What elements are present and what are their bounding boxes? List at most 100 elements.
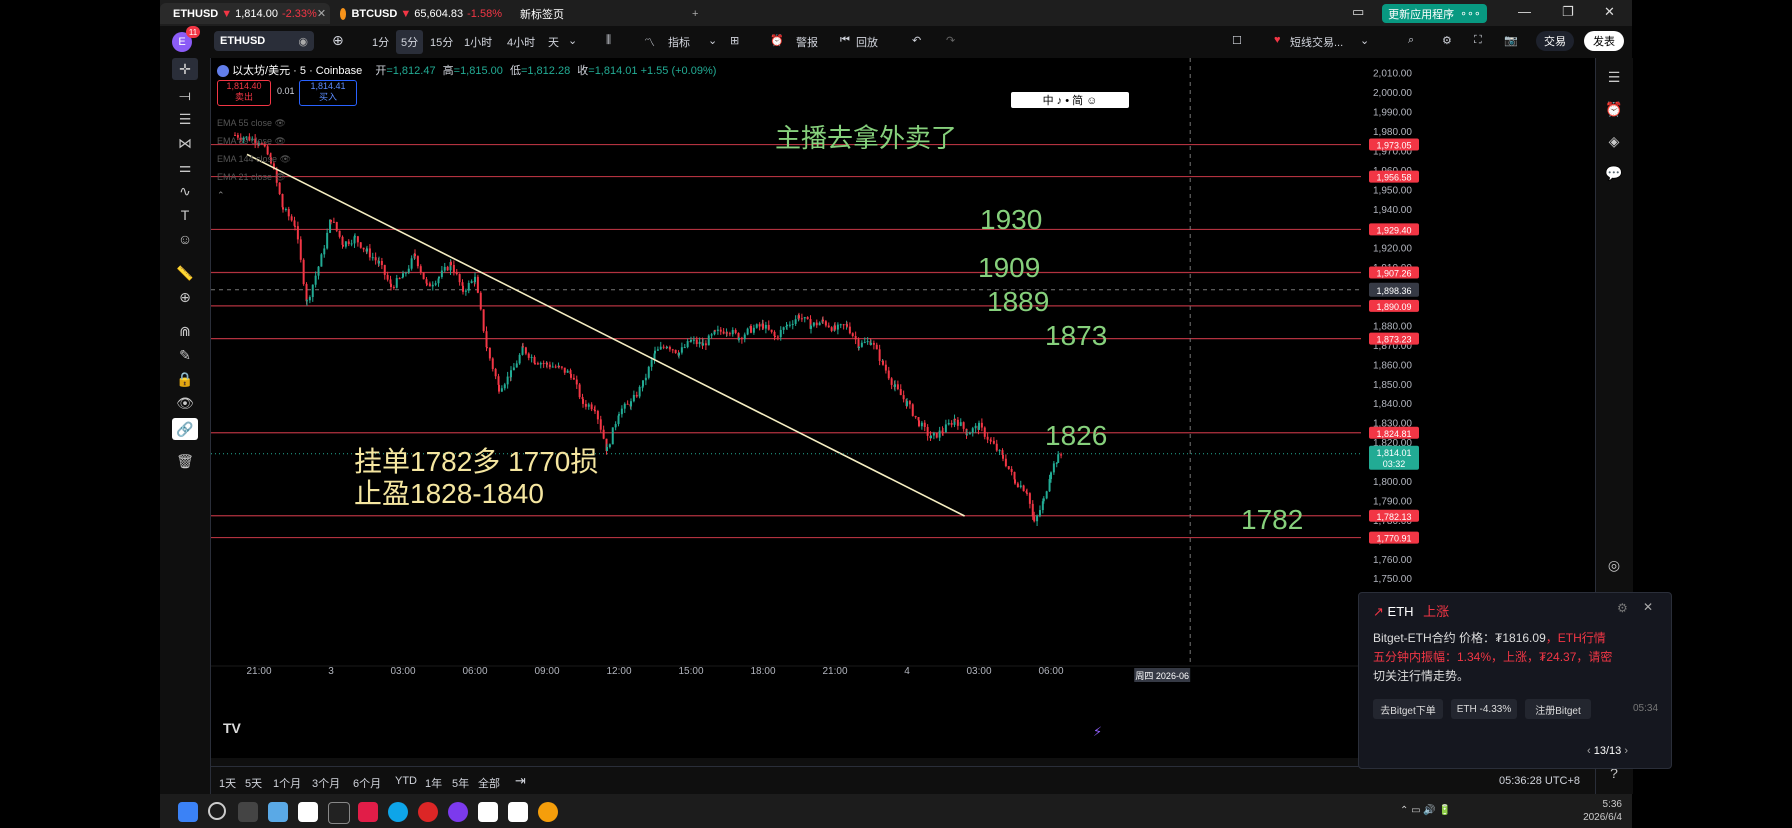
capcut-icon[interactable] (508, 802, 528, 822)
minimize-icon[interactable]: — (1518, 4, 1531, 19)
document-icon[interactable] (478, 802, 498, 822)
ema-item[interactable]: EMA 89 close 👁 (217, 132, 291, 150)
magnet-icon[interactable]: ⋒ (172, 320, 198, 342)
indicators-button[interactable]: 指标 (668, 34, 690, 50)
clock-timezone[interactable]: 05:36:28 UTC+8 (1499, 775, 1580, 787)
redo-icon[interactable]: ↷ (946, 34, 955, 47)
popup-pager[interactable]: ‹ 13/13 › (1587, 745, 1628, 757)
qq-icon[interactable] (328, 802, 350, 824)
range-5y[interactable]: 5年 (452, 775, 469, 791)
new-tab-button[interactable]: + (684, 3, 708, 24)
app-icon[interactable] (448, 802, 468, 822)
chevron-down-icon[interactable]: ⌄ (568, 34, 577, 47)
system-clock[interactable]: 5:36 2026/6/4 (1562, 798, 1622, 824)
ema-item[interactable]: EMA 55 close 👁 (217, 114, 291, 132)
update-app-button[interactable]: 更新应用程序 ∘∘∘ (1382, 4, 1487, 23)
edge-icon[interactable] (388, 802, 408, 822)
candles-icon[interactable]: ⫼ (606, 34, 611, 47)
pattern-icon[interactable]: ⋈ (172, 132, 198, 154)
range-3m[interactable]: 3个月 (312, 775, 340, 791)
trash-icon[interactable]: 🗑 (172, 450, 198, 472)
ruler-icon[interactable]: 📏 (172, 262, 198, 284)
target-icon[interactable]: ◎ (1602, 554, 1626, 576)
ema-item[interactable]: EMA 144 close 👁 (217, 150, 291, 168)
netease-icon[interactable] (418, 802, 438, 822)
text-icon[interactable]: T (172, 204, 198, 226)
publish-button[interactable]: 发表 (1584, 31, 1624, 51)
tradingview-app-icon[interactable] (298, 802, 318, 822)
maximize-icon[interactable]: ❐ (1562, 4, 1574, 20)
layers-icon[interactable]: ◈ (1602, 130, 1626, 152)
compare-add-icon[interactable]: ⊕ (332, 32, 344, 49)
chrome-icon[interactable] (538, 802, 558, 822)
range-1y[interactable]: 1年 (425, 775, 442, 791)
bitget-register-button[interactable]: 注册Bitget (1525, 699, 1591, 719)
ime-toolbar[interactable]: 中 ♪ • 简 ☺ (1011, 92, 1129, 108)
emoji-icon[interactable]: ☺ (172, 228, 198, 250)
brush-icon[interactable]: ∿ (172, 180, 198, 202)
goto-date-icon[interactable]: ⇥ (515, 773, 526, 789)
interval-15m[interactable]: 15分 (430, 34, 453, 50)
watchlist-icon[interactable]: ☰ (1602, 66, 1626, 88)
link-icon[interactable]: 🔗 (172, 418, 198, 440)
chevron-down-icon[interactable]: ⌄ (708, 34, 717, 47)
horizontal-line-icon[interactable]: ⟞ (172, 84, 198, 106)
eth-change-button[interactable]: ETH -4.33% (1451, 699, 1517, 719)
parallel-lines-icon[interactable]: ☰ (172, 108, 198, 130)
chat-icon[interactable]: 💬 (1602, 162, 1626, 184)
interval-1h[interactable]: 1小时 (464, 34, 492, 50)
sell-button[interactable]: 1,814.40 卖出 (217, 80, 271, 106)
range-6m[interactable]: 6个月 (353, 775, 381, 791)
square-icon[interactable]: ☐ (1232, 34, 1242, 47)
wps-icon[interactable] (358, 802, 378, 822)
alarm-icon[interactable]: ⏰ (1602, 98, 1626, 120)
interval-1d[interactable]: 天 (548, 34, 559, 50)
fullscreen-icon[interactable]: ⛶ (1474, 34, 1482, 47)
undo-icon[interactable]: ↶ (912, 34, 921, 47)
range-ytd[interactable]: YTD (395, 775, 417, 787)
tab-ethusd[interactable]: ETHUSD ▼ 1,814.00 -2.33% ✕ (160, 3, 330, 24)
crosshair-icon[interactable]: ✛ (172, 58, 198, 80)
replay-button[interactable]: 回放 (856, 34, 878, 50)
alerts-button[interactable]: 警报 (796, 34, 818, 50)
windows-start-icon[interactable] (178, 802, 198, 822)
interval-4h[interactable]: 4小时 (507, 34, 535, 50)
range-5d[interactable]: 5天 (245, 775, 262, 791)
symbol-search[interactable]: ETHUSD ◉ (214, 31, 314, 51)
range-1d[interactable]: 1天 (219, 775, 236, 791)
bitget-order-button[interactable]: 去Bitget下单 (1373, 699, 1443, 719)
trade-button[interactable]: 交易 (1536, 31, 1574, 51)
interval-1m[interactable]: 1分 (372, 34, 389, 50)
layout-icon[interactable]: ▭ (1352, 4, 1364, 20)
buy-button[interactable]: 1,814.41 买入 (299, 80, 357, 106)
range-1m[interactable]: 1个月 (273, 775, 301, 791)
settings-app-icon[interactable] (268, 802, 288, 822)
lightning-icon[interactable]: ⚡ (1093, 724, 1102, 740)
camera-icon[interactable]: 📷 (1504, 34, 1518, 47)
close-icon[interactable]: ✕ (1643, 600, 1653, 614)
layouts-icon[interactable]: ⊞ (730, 34, 739, 47)
settings-icon[interactable]: ⚙ (1617, 601, 1628, 615)
tab-new[interactable]: 新标签页 (512, 3, 680, 24)
chevron-right-icon[interactable]: › (1624, 745, 1628, 757)
window-close-icon[interactable]: ✕ (1604, 4, 1615, 20)
lock-icon[interactable]: 🔒 (172, 368, 198, 390)
watchlist-strategy[interactable]: 短线交易... (1290, 34, 1343, 50)
zoom-icon[interactable]: ⌕ (1408, 34, 1414, 47)
task-view-icon[interactable] (238, 802, 258, 822)
tray-icons[interactable]: ⌃ ▭ 🔊 🔋 (1400, 805, 1451, 816)
pencil-lock-icon[interactable]: ✎ (172, 344, 198, 366)
ema-item[interactable]: EMA 21 close 👁 (217, 168, 291, 186)
chevron-down-icon[interactable]: ⌄ (1360, 34, 1369, 47)
range-all[interactable]: 全部 (478, 775, 500, 791)
interval-5m[interactable]: 5分 (396, 30, 424, 54)
chevron-left-icon[interactable]: ‹ (1587, 745, 1591, 757)
fib-icon[interactable]: ⚌ (172, 156, 198, 178)
eye-icon[interactable]: 👁 (172, 392, 198, 414)
tab-btcusd[interactable]: BTCUSD ▼ 65,604.83 -1.58% (332, 3, 510, 24)
close-icon[interactable]: ✕ (317, 7, 326, 20)
search-icon[interactable] (208, 802, 226, 820)
zoom-in-icon[interactable]: ⊕ (172, 286, 198, 308)
collapse-icon[interactable]: ⌃ (217, 186, 291, 204)
settings-icon[interactable]: ⚙ (1442, 34, 1452, 47)
